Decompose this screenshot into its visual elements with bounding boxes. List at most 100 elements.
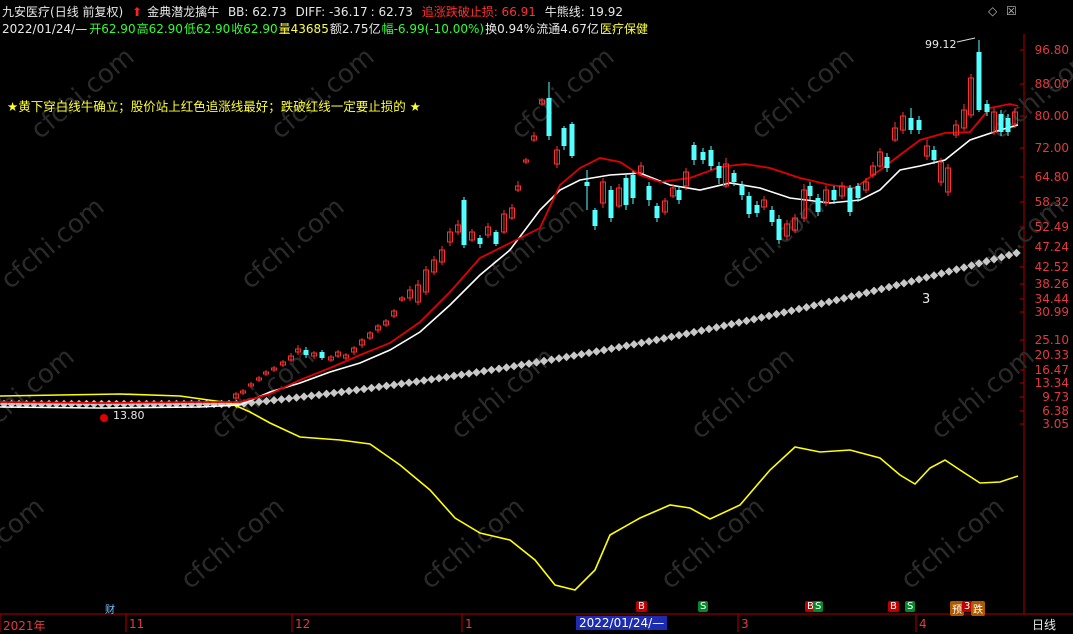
price-tick-label: 88.00 xyxy=(1034,77,1069,91)
candle-body-down xyxy=(676,190,682,200)
bull-bear-diamond xyxy=(644,337,654,346)
bull-bear-diamond xyxy=(892,280,901,290)
bull-bear-diamond xyxy=(727,319,736,329)
price-tick-label: 38.26 xyxy=(1034,277,1069,291)
bull-bear-diamond xyxy=(419,376,429,385)
diff-output: : 62.73 xyxy=(370,5,413,19)
diff-value: DIFF: -36.17 xyxy=(295,5,368,19)
bull-bear-diamond xyxy=(869,286,879,296)
quote-row: 2022/01/24/— 开62.90高62.90低62.90收62.90量436… xyxy=(2,20,653,37)
bull-bear-diamond xyxy=(584,348,594,358)
candle-body-down xyxy=(731,173,737,182)
price-tick-label: 64.80 xyxy=(1034,170,1069,184)
bull-bear-diamond xyxy=(637,338,646,348)
candle-body-down xyxy=(546,98,552,136)
quote-close: 收62.90 xyxy=(231,22,278,36)
time-tick-label: 1 xyxy=(465,617,473,631)
bull-bear-diamond xyxy=(674,331,684,340)
bull-bear-diamond xyxy=(862,288,871,297)
quote-low: 低62.90 xyxy=(183,22,231,36)
candle-body-down xyxy=(884,157,890,168)
bull-bear-diamond xyxy=(112,399,121,409)
candle-body-down xyxy=(303,350,309,355)
bull-bear-diamond xyxy=(562,352,571,362)
bull-bear-diamond xyxy=(382,381,391,391)
watermark-text: cfchi.com xyxy=(745,42,860,145)
bull-bear-diamond xyxy=(817,299,826,308)
bull-bear-diamond xyxy=(809,301,819,310)
signal-sell-marker[interactable]: S xyxy=(813,601,824,612)
chart-canvas[interactable]: cfchi.com cfchi.com cfchi.com cfchi.com cfch… xyxy=(0,0,1073,633)
signal-sell-marker[interactable]: S xyxy=(905,601,916,612)
bull-bear-diamond xyxy=(929,271,939,280)
signal-sell-marker[interactable]: S xyxy=(698,601,709,612)
candle-body-down xyxy=(807,186,813,196)
price-tick-label: 42.52 xyxy=(1034,260,1069,274)
bull-bear-diamond xyxy=(937,269,946,278)
bull-bear-diamond xyxy=(779,308,789,317)
watermark-text: cfchi.com xyxy=(655,492,770,595)
bull-bear-diamond xyxy=(412,377,421,386)
candle-body-down xyxy=(769,210,775,222)
signal-buy-marker[interactable]: B xyxy=(636,601,647,612)
bull-bear-diamond xyxy=(899,279,909,288)
watermark-text: cfchi.com xyxy=(0,342,80,445)
watermark-text: cfchi.com xyxy=(235,192,350,295)
formula-name[interactable]: 金典潜龙擒牛 xyxy=(147,5,219,19)
quote-amount: 额2.75亿 xyxy=(329,22,381,36)
bull-bear-diamond xyxy=(922,273,931,282)
quote-sector[interactable]: 医疗保健 xyxy=(600,22,648,36)
low-price-label: 13.80 xyxy=(113,409,145,422)
bull-bear-diamond xyxy=(314,390,324,400)
bull-bear-diamond xyxy=(592,347,601,356)
time-tick-label: 2021年 xyxy=(3,619,46,633)
candle-body-down xyxy=(592,210,598,226)
bull-bear-diamond xyxy=(464,369,474,378)
bull-bear-diamond xyxy=(97,399,106,409)
bull-bear-diamond xyxy=(367,383,376,393)
quote-high: 高62.90 xyxy=(136,22,183,36)
close-icon[interactable]: ☒ xyxy=(1006,4,1017,18)
signal-cai-marker[interactable]: 财 xyxy=(103,601,117,616)
bull-bear-diamond xyxy=(772,309,781,319)
watermark-text: cfchi.com xyxy=(265,42,380,145)
watermark-text: cfchi.com xyxy=(925,342,1040,445)
candle-body-down xyxy=(1005,118,1011,132)
bull-bear-diamond xyxy=(404,378,414,387)
bull-bear-diamond xyxy=(569,351,579,360)
price-tick-label: 9.73 xyxy=(1042,390,1069,404)
candle-body-down xyxy=(623,178,629,205)
bull-bear-diamond xyxy=(352,385,361,395)
candle-body-down xyxy=(739,185,745,195)
candle-body-down xyxy=(931,150,937,160)
cursor-date-label: 2022/01/24/— xyxy=(576,616,668,630)
bull-bear-diamond xyxy=(689,327,699,337)
bull-bear-diamond xyxy=(577,350,586,359)
candle-body-down xyxy=(654,206,660,218)
bull-bear-diamond xyxy=(914,275,924,284)
bull-bear-diamond xyxy=(877,284,886,294)
candle-body-down xyxy=(976,52,982,110)
signal-buy-marker[interactable]: B xyxy=(888,601,899,612)
bull-bear-diamond xyxy=(487,365,496,375)
bull-bear-diamond xyxy=(307,391,316,401)
bull-bear-diamond xyxy=(292,393,301,402)
price-tick-label: 30.99 xyxy=(1034,305,1069,319)
period-tab[interactable]: 日线 xyxy=(1032,616,1056,633)
diamond-icon[interactable]: ◇ xyxy=(988,4,997,18)
candle-body-down xyxy=(708,150,714,166)
candle-body-down xyxy=(700,152,706,160)
quote-open: 开62.90 xyxy=(89,22,136,36)
candle-body-down xyxy=(561,128,567,146)
watermark-text: cfchi.com xyxy=(415,492,530,595)
bull-bear-diamond xyxy=(884,282,894,292)
time-tick-label: 12 xyxy=(295,617,311,631)
stock-name[interactable]: 九安医疗 xyxy=(2,5,50,19)
candle-body-down xyxy=(477,238,483,244)
bull-bear-diamond xyxy=(712,323,721,332)
signal-pre-marker[interactable]: 跌 xyxy=(971,601,985,616)
bull-bear-diamond xyxy=(794,304,804,314)
watermark-text: cfchi.com xyxy=(475,192,590,295)
bull-bear-diamond xyxy=(682,329,691,338)
candle-body-down xyxy=(908,118,914,130)
